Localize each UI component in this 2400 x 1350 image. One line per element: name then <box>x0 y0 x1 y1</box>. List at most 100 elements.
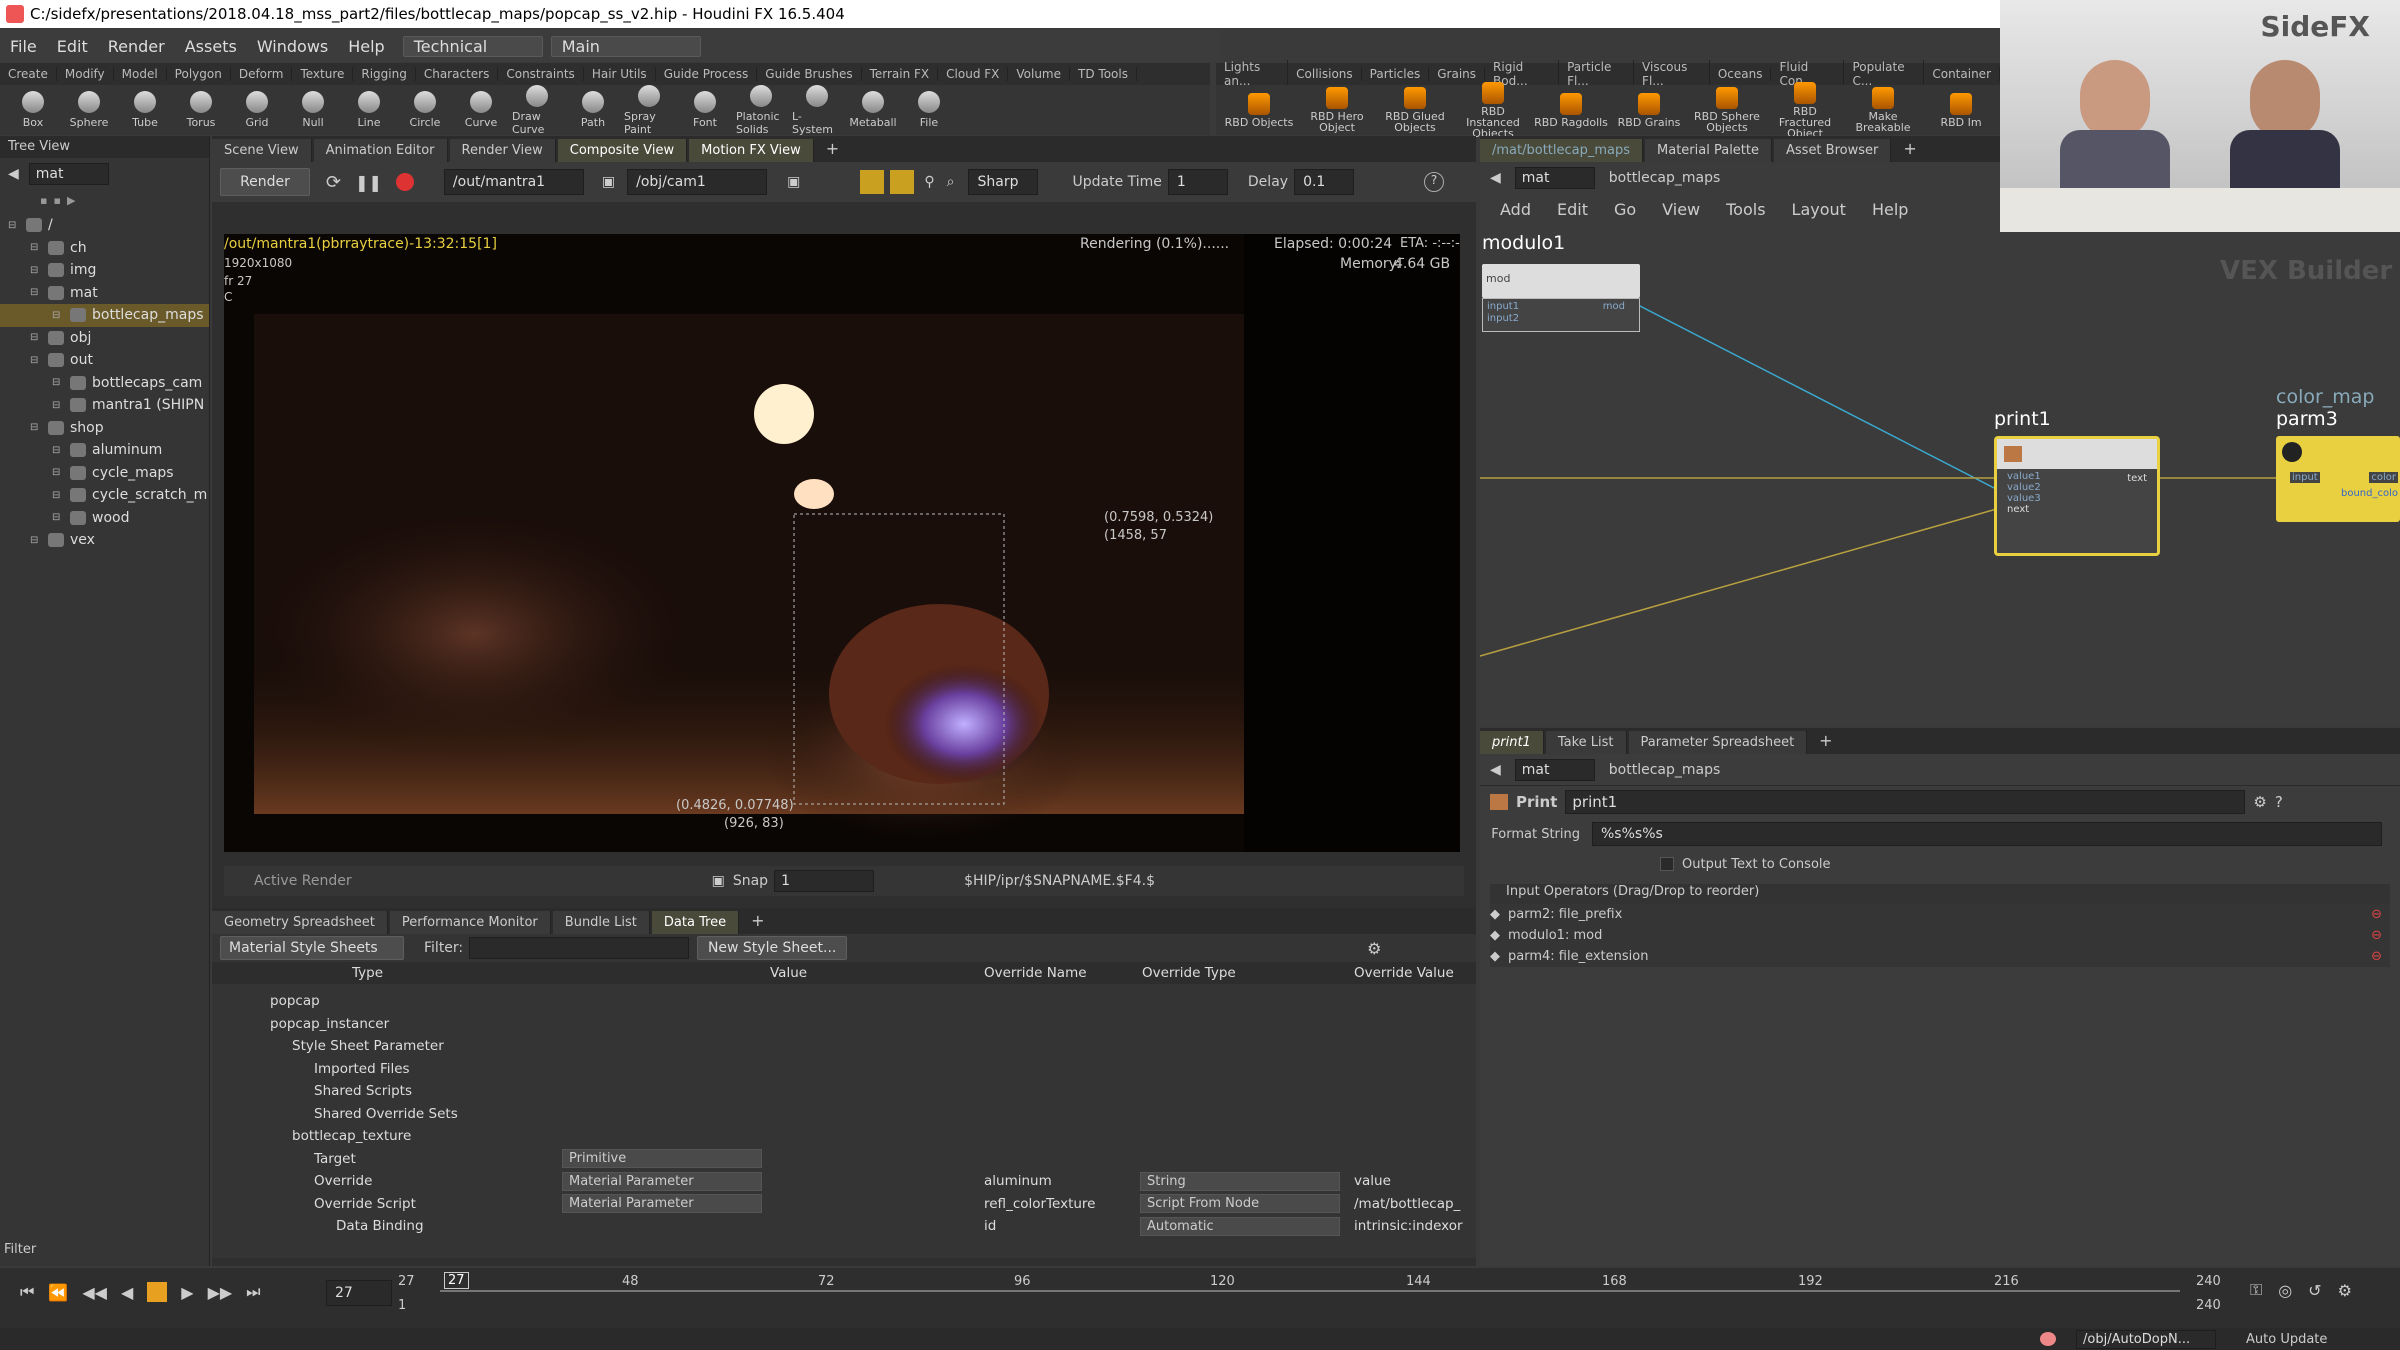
data-tree-row[interactable]: popcap_instancer <box>212 1013 1476 1036</box>
expand-icon[interactable]: ⊟ <box>30 355 42 366</box>
frame-field[interactable]: 27 <box>326 1280 392 1306</box>
shelf-tool[interactable]: RBD Grains <box>1610 92 1688 128</box>
play-reverse-icon[interactable]: ◀ <box>121 1283 133 1302</box>
expand-icon[interactable]: ⊟ <box>52 512 64 523</box>
shelf-tool[interactable]: RBD Sphere Objects <box>1688 87 1766 133</box>
shelf-tab[interactable]: Viscous Fl... <box>1634 60 1710 88</box>
tab-data-tree[interactable]: Data Tree <box>651 911 740 934</box>
menu-edit[interactable]: Edit <box>47 37 98 56</box>
shelf-tab[interactable]: Terrain FX <box>862 67 939 81</box>
shelf-tab[interactable]: Guide Process <box>656 67 758 81</box>
tree-item[interactable]: ⊟ vex <box>0 529 209 552</box>
row-override-type[interactable]: String <box>1140 1171 1340 1191</box>
row-override-name[interactable]: aluminum <box>984 1173 1052 1189</box>
tab-motion-fx-view[interactable]: Motion FX View <box>689 139 814 162</box>
shelf-tab[interactable]: Modify <box>57 67 114 81</box>
shelf-tool[interactable]: Spray Paint <box>624 84 674 136</box>
key-icon[interactable]: ⚿ <box>2250 1280 2262 1300</box>
step-forward-icon[interactable]: ▶▶ <box>208 1283 233 1302</box>
shelf-tool[interactable]: RBD Im <box>1922 92 2000 128</box>
shelf-tab[interactable]: Create <box>0 67 57 81</box>
shelf-tool[interactable]: Metaball <box>848 91 898 129</box>
tree-item[interactable]: ⊟ shop <box>0 417 209 440</box>
tree-item[interactable]: ⊟ cycle_scratch_m <box>0 484 209 507</box>
data-tree-row[interactable]: Override Material Parameter aluminum String… <box>212 1170 1476 1193</box>
shelf-tool[interactable]: Make Breakable <box>1844 87 1922 133</box>
gear-icon[interactable]: ⚙ <box>1367 939 1381 958</box>
tree-item[interactable]: ⊟ / <box>0 214 209 237</box>
region-icon[interactable] <box>860 170 885 194</box>
shelf-tab[interactable]: Populate C... <box>1844 60 1925 88</box>
tree-tool-icon[interactable]: ▶ <box>67 194 75 207</box>
tree-item[interactable]: ⊟ ch <box>0 237 209 260</box>
delay-field[interactable]: 0.1 <box>1294 169 1355 195</box>
shelf-tool[interactable]: Null <box>288 91 338 129</box>
expand-icon[interactable]: ⊟ <box>30 332 42 343</box>
port-next[interactable]: next <box>1997 504 2157 515</box>
jump-end-icon[interactable]: ⏭ <box>246 1282 260 1302</box>
menu-assets[interactable]: Assets <box>175 37 247 56</box>
jump-start-icon[interactable]: ⏮ <box>20 1282 34 1302</box>
refresh-icon[interactable]: ⟳ <box>326 172 341 193</box>
tree-item[interactable]: ⊟ aluminum <box>0 439 209 462</box>
menu-render[interactable]: Render <box>98 37 175 56</box>
port-parm3-color[interactable]: color <box>2369 472 2398 483</box>
shelf-tool[interactable]: RBD Glued Objects <box>1376 87 1454 133</box>
data-tree-row[interactable]: Style Sheet Parameter <box>212 1035 1476 1058</box>
shelf-tab[interactable]: Lights an... <box>1216 60 1289 88</box>
port-text[interactable]: text <box>2127 473 2147 484</box>
expand-icon[interactable]: ⊟ <box>52 377 64 388</box>
step-back-key-icon[interactable]: ⏪ <box>48 1283 68 1302</box>
shelf-tab[interactable]: Grains <box>1429 67 1486 81</box>
menu-help[interactable]: Help <box>338 37 394 56</box>
shelf-tool[interactable]: RBD Objects <box>1220 92 1298 128</box>
gear-icon[interactable]: ⚙ <box>2253 793 2266 811</box>
shelf-tool[interactable]: RBD Instanced Objects <box>1454 81 1532 139</box>
shelf-tab[interactable]: Deform <box>231 67 293 81</box>
shelf-tool[interactable]: Draw Curve <box>512 84 562 136</box>
row-override-name[interactable]: refl_colorTexture <box>984 1196 1095 1212</box>
loop-icon[interactable]: ↺ <box>2308 1281 2321 1300</box>
tab-bundle-list[interactable]: Bundle List <box>552 911 650 934</box>
port-parm3-bound[interactable]: bound_colo <box>2341 488 2398 499</box>
snapshot-icon[interactable]: ▣ <box>787 174 800 190</box>
play-icon[interactable]: ▶ <box>181 1283 193 1302</box>
tree-item[interactable]: ⊟ bottlecap_maps <box>0 304 209 327</box>
parm-crumb-mat[interactable]: mat <box>1514 758 1595 781</box>
menu-windows[interactable]: Windows <box>247 37 338 56</box>
shelf-tab[interactable]: Hair Utils <box>584 67 656 81</box>
tab-geometry-spreadsheet[interactable]: Geometry Spreadsheet <box>212 911 388 934</box>
tree-item[interactable]: ⊟ img <box>0 259 209 282</box>
remove-input-icon[interactable]: ⊖ <box>2371 949 2382 964</box>
node-modulo[interactable]: mod <box>1482 264 1640 298</box>
shelf-tool[interactable]: RBD Fractured Object <box>1766 81 1844 139</box>
tree-item[interactable]: ⊟ out <box>0 349 209 372</box>
help-icon[interactable]: ? <box>1424 172 1445 192</box>
data-tree-row[interactable]: Shared Scripts <box>212 1080 1476 1103</box>
shelf-tool[interactable]: Torus <box>176 91 226 129</box>
tree-tool-icon[interactable]: ▪ <box>40 194 47 207</box>
tree-item[interactable]: ⊟ mantra1 (SHIPN <box>0 394 209 417</box>
zoom-icon[interactable]: ⌕ <box>947 174 955 190</box>
shelf-tab[interactable]: Oceans <box>1710 67 1772 81</box>
shelf-tab[interactable]: Constraints <box>498 67 584 81</box>
add-tab-icon[interactable]: + <box>741 907 774 934</box>
snapshot-path[interactable]: $HIP/ipr/$SNAPNAME.$F4.$ <box>964 873 1155 889</box>
desktop-selector[interactable]: Technical <box>402 35 543 57</box>
timeline-track[interactable] <box>440 1290 2180 1292</box>
tab-print1[interactable]: print1 <box>1480 731 1544 754</box>
add-tab-icon[interactable]: + <box>816 135 849 162</box>
shelf-tool[interactable]: Tube <box>120 91 170 129</box>
row-override-name[interactable]: id <box>984 1218 996 1234</box>
port-mod[interactable]: mod <box>1603 301 1625 312</box>
tab-animation-editor[interactable]: Animation Editor <box>313 139 448 162</box>
render-button[interactable]: Render <box>220 168 310 196</box>
format-string-input[interactable]: %s%s%s <box>1592 822 2382 846</box>
port-value3[interactable]: value3 <box>1997 493 2157 504</box>
expand-icon[interactable]: ⊟ <box>52 310 64 321</box>
update-time-field[interactable]: 1 <box>1167 169 1228 195</box>
settings-icon[interactable]: ⚙ <box>2338 1281 2352 1300</box>
row-override-type[interactable]: Automatic <box>1140 1216 1340 1236</box>
data-tree-row[interactable]: popcap <box>212 990 1476 1013</box>
tree-item[interactable]: ⊟ mat <box>0 282 209 305</box>
